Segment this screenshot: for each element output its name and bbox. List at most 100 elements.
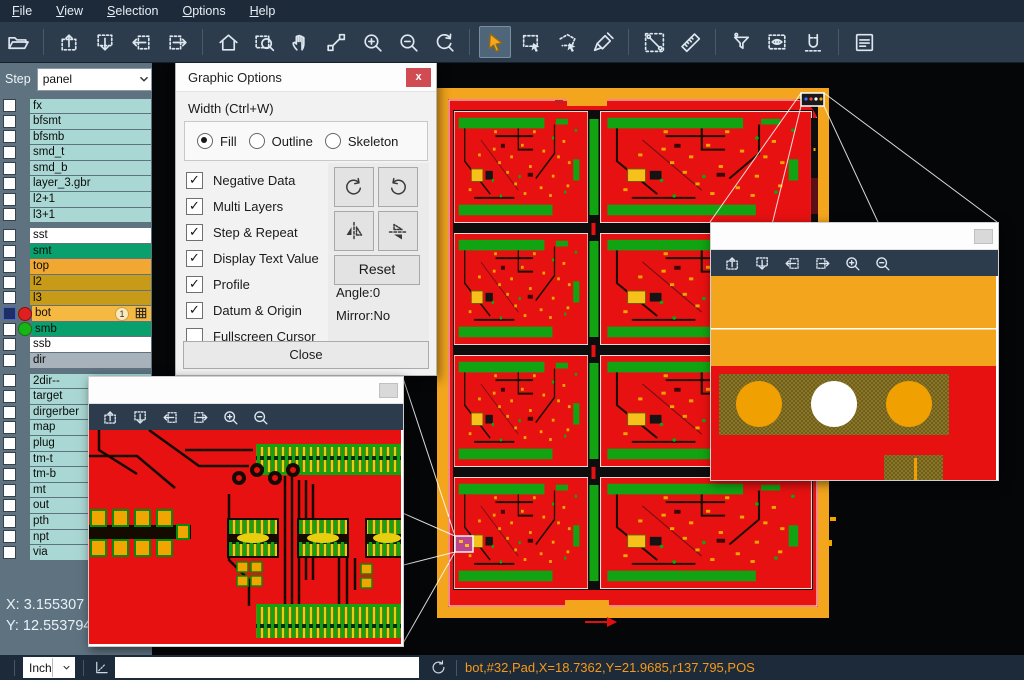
menu-item-view[interactable]: View bbox=[44, 1, 95, 21]
tool-pan-right[interactable] bbox=[161, 26, 193, 58]
option-datum-origin[interactable]: ✓Datum & Origin bbox=[186, 297, 319, 323]
tool-pan-up[interactable] bbox=[53, 26, 85, 58]
tool-zoom-out[interactable] bbox=[869, 251, 895, 275]
layer-row-l3[interactable]: l3 bbox=[0, 290, 152, 306]
layer-visibility-checkbox[interactable] bbox=[3, 162, 16, 175]
tool-zoom-out[interactable] bbox=[392, 26, 424, 58]
layer-visibility-checkbox[interactable] bbox=[3, 130, 16, 143]
tool-ruler[interactable] bbox=[674, 26, 706, 58]
layer-visibility-checkbox[interactable] bbox=[3, 146, 16, 159]
tool-filter[interactable] bbox=[725, 26, 757, 58]
layer-row-sst[interactable]: sst bbox=[0, 228, 152, 244]
close-button[interactable]: Close bbox=[183, 341, 429, 369]
layer-row-smt[interactable]: smt bbox=[0, 243, 152, 259]
radio-button[interactable] bbox=[197, 133, 213, 149]
tool-zoom-window[interactable] bbox=[248, 26, 280, 58]
tool-zoom-previous[interactable] bbox=[428, 26, 460, 58]
tool-zoom-in[interactable] bbox=[356, 26, 388, 58]
checkbox[interactable]: ✓ bbox=[186, 250, 203, 267]
unit-dropdown[interactable]: Inch bbox=[23, 657, 75, 678]
layer-visibility-checkbox[interactable] bbox=[3, 484, 16, 497]
radio-button[interactable] bbox=[249, 133, 265, 149]
tool-measure-poly[interactable] bbox=[320, 26, 352, 58]
tool-pan-down[interactable] bbox=[89, 26, 121, 58]
tool-select-rect[interactable] bbox=[515, 26, 547, 58]
layer-row-l3+1[interactable]: l3+1 bbox=[0, 207, 152, 223]
layer-visibility-checkbox[interactable] bbox=[3, 245, 16, 258]
magnifier-title-bar[interactable] bbox=[89, 377, 403, 404]
layer-visibility-checkbox[interactable] bbox=[3, 291, 16, 304]
layer-visibility-checkbox[interactable] bbox=[3, 193, 16, 206]
menu-item-options[interactable]: Options bbox=[170, 1, 237, 21]
magnifier-title-bar[interactable] bbox=[711, 223, 998, 250]
reset-button[interactable]: Reset bbox=[334, 255, 420, 285]
tool-zoom-in[interactable] bbox=[839, 251, 865, 275]
checkbox[interactable]: ✓ bbox=[186, 276, 203, 293]
layer-visibility-checkbox[interactable] bbox=[3, 260, 16, 273]
flip-v-button[interactable] bbox=[378, 211, 418, 251]
menu-item-selection[interactable]: Selection bbox=[95, 1, 170, 21]
layer-visibility-checkbox[interactable] bbox=[3, 437, 16, 450]
layer-visibility-checkbox[interactable] bbox=[3, 546, 16, 559]
option-step-repeat[interactable]: ✓Step & Repeat bbox=[186, 219, 319, 245]
menu-item-file[interactable]: File bbox=[0, 1, 44, 21]
layer-row-top[interactable]: top bbox=[0, 259, 152, 275]
layer-row-fx[interactable]: fx bbox=[0, 98, 152, 114]
magnifier-window-button[interactable] bbox=[974, 229, 993, 244]
layer-visibility-checkbox[interactable] bbox=[3, 177, 16, 190]
layer-visibility-checkbox[interactable] bbox=[3, 307, 16, 320]
radio-button[interactable] bbox=[325, 133, 341, 149]
dialog-close-button[interactable]: x bbox=[406, 68, 431, 87]
tool-open-folder[interactable] bbox=[2, 26, 34, 58]
layer-row-bot[interactable]: bot1 bbox=[0, 306, 152, 322]
tool-pan-down[interactable] bbox=[127, 405, 153, 429]
tool-home[interactable] bbox=[212, 26, 244, 58]
radio-option-skeleton[interactable]: Skeleton bbox=[325, 133, 399, 149]
rotate-cw-button[interactable] bbox=[334, 167, 374, 207]
layer-visibility-checkbox[interactable] bbox=[3, 354, 16, 367]
magnifier-window-2[interactable] bbox=[710, 222, 999, 481]
layer-row-l2[interactable]: l2 bbox=[0, 275, 152, 291]
checkbox[interactable]: ✓ bbox=[186, 302, 203, 319]
refresh-icon[interactable] bbox=[429, 658, 448, 677]
layer-visibility-checkbox[interactable] bbox=[3, 338, 16, 351]
layer-row-smd_b[interactable]: smd_b bbox=[0, 160, 152, 176]
layer-visibility-checkbox[interactable] bbox=[3, 406, 16, 419]
tool-zoom-out[interactable] bbox=[247, 405, 273, 429]
tool-pan-left[interactable] bbox=[157, 405, 183, 429]
tool-select-cursor[interactable] bbox=[479, 26, 511, 58]
tool-measure-line[interactable] bbox=[638, 26, 670, 58]
layer-visibility-checkbox[interactable] bbox=[3, 515, 16, 528]
tool-clear-brush[interactable] bbox=[587, 26, 619, 58]
layer-row-smb[interactable]: smb bbox=[0, 321, 152, 337]
layer-visibility-checkbox[interactable] bbox=[3, 374, 16, 387]
option-profile[interactable]: ✓Profile bbox=[186, 271, 319, 297]
tool-snap[interactable] bbox=[797, 26, 829, 58]
tool-pan-up[interactable] bbox=[719, 251, 745, 275]
layer-row-l2+1[interactable]: l2+1 bbox=[0, 192, 152, 208]
layer-row-layer_3.gbr[interactable]: layer_3.gbr bbox=[0, 176, 152, 192]
tool-pan-right[interactable] bbox=[187, 405, 213, 429]
step-dropdown[interactable]: panel bbox=[37, 68, 152, 91]
checkbox[interactable]: ✓ bbox=[186, 198, 203, 215]
tool-layers-panel[interactable] bbox=[848, 26, 880, 58]
layer-visibility-checkbox[interactable] bbox=[3, 468, 16, 481]
command-input[interactable] bbox=[115, 657, 419, 678]
tool-pan-left[interactable] bbox=[125, 26, 157, 58]
layer-visibility-checkbox[interactable] bbox=[3, 115, 16, 128]
layer-visibility-checkbox[interactable] bbox=[3, 276, 16, 289]
tool-pan-down[interactable] bbox=[749, 251, 775, 275]
checkbox[interactable]: ✓ bbox=[186, 224, 203, 241]
magnifier-window-1[interactable] bbox=[88, 376, 404, 647]
checkbox[interactable]: ✓ bbox=[186, 172, 203, 189]
layer-visibility-checkbox[interactable] bbox=[3, 229, 16, 242]
layer-row-bfsmt[interactable]: bfsmt bbox=[0, 114, 152, 130]
tool-pan-hand[interactable] bbox=[284, 26, 316, 58]
layer-visibility-checkbox[interactable] bbox=[3, 99, 16, 112]
tool-select-polygon[interactable] bbox=[551, 26, 583, 58]
layer-visibility-checkbox[interactable] bbox=[3, 323, 16, 336]
layer-row-dir[interactable]: dir bbox=[0, 353, 152, 369]
tool-pan-left[interactable] bbox=[779, 251, 805, 275]
radio-option-outline[interactable]: Outline bbox=[249, 133, 313, 149]
layer-visibility-checkbox[interactable] bbox=[3, 452, 16, 465]
